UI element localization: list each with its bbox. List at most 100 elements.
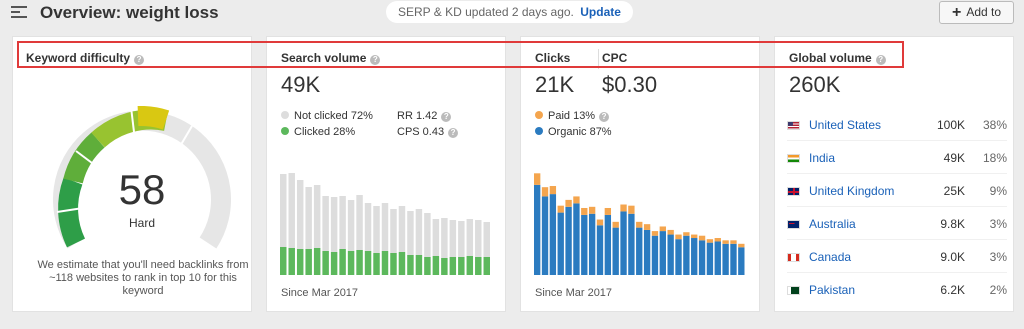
bar-not-clicked <box>449 220 457 257</box>
country-row[interactable]: Australia 9.8K 3% <box>787 217 1007 233</box>
bar-paid <box>643 224 651 230</box>
country-volume: 100K <box>936 118 965 132</box>
clicks-card: Clicks CPC 21K $0.30 Paid 13%? Organic 8… <box>520 36 760 312</box>
bar-paid <box>730 240 737 244</box>
bar-clicked <box>296 249 304 275</box>
country-volume: 6.2K <box>940 283 965 297</box>
clicks-since: Since Mar 2017 <box>535 287 613 299</box>
bar-paid <box>722 240 729 244</box>
bar-clicked <box>441 258 448 275</box>
bar-organic <box>534 184 541 275</box>
help-icon[interactable]: ? <box>599 112 610 122</box>
bar-not-clicked <box>466 219 474 256</box>
bar-paid <box>541 187 549 197</box>
organic-dot <box>535 127 543 135</box>
bar-clicked <box>432 256 440 275</box>
organic-label: Organic 87% <box>548 126 612 138</box>
country-percent: 2% <box>989 283 1007 297</box>
bar-not-clicked <box>415 209 423 255</box>
paid-label: Paid 13% <box>548 110 596 122</box>
bar-paid <box>636 221 643 228</box>
bar-organic <box>636 227 643 275</box>
search-volume-since: Since Mar 2017 <box>281 287 359 299</box>
keyword-difficulty-card: Keyword difficulty? 58 Hard We estimate … <box>12 36 252 312</box>
keyword-difficulty-title: Keyword difficulty? <box>26 51 145 65</box>
help-icon[interactable]: ? <box>134 55 145 65</box>
help-icon[interactable]: ? <box>448 128 459 138</box>
legend-not-clicked: Not clicked 72% <box>281 110 373 122</box>
country-name[interactable]: Australia <box>809 217 856 231</box>
bar-paid <box>557 205 564 213</box>
row-divider <box>787 272 1007 273</box>
help-icon[interactable]: ? <box>370 55 381 65</box>
bar-not-clicked <box>356 195 363 250</box>
bar-clicked <box>381 251 389 275</box>
australia-flag-icon <box>787 220 800 229</box>
country-name[interactable]: India <box>809 151 835 165</box>
difficulty-rating: Hard <box>128 216 155 230</box>
bar-clicked <box>305 249 312 275</box>
bar-paid <box>698 235 706 241</box>
bar-clicked <box>475 257 482 275</box>
canada-flag-icon <box>787 253 800 262</box>
country-row[interactable]: United States 100K 38% <box>787 118 1007 134</box>
country-name[interactable]: United States <box>809 118 881 132</box>
global-volume-value: 260K <box>789 72 841 97</box>
bar-paid <box>596 219 604 226</box>
bar-not-clicked <box>390 209 397 253</box>
bar-clicked <box>347 251 355 275</box>
bar-organic <box>620 211 627 275</box>
country-row[interactable]: Canada 9.0K 3% <box>787 250 1007 266</box>
country-percent: 38% <box>982 118 1007 132</box>
bar-not-clicked <box>339 196 346 249</box>
bar-not-clicked <box>322 196 329 251</box>
bar-clicked <box>280 247 287 275</box>
country-name[interactable]: Pakistan <box>809 283 855 297</box>
bar-paid <box>738 243 745 248</box>
bar-not-clicked <box>296 180 304 249</box>
bar-clicked <box>424 257 431 275</box>
add-to-button[interactable]: + Add to <box>939 1 1014 24</box>
gauge-segment-tip <box>137 105 170 130</box>
bar-not-clicked <box>424 213 431 257</box>
help-icon[interactable]: ? <box>441 112 452 122</box>
country-percent: 3% <box>989 250 1007 264</box>
bar-organic <box>698 240 706 275</box>
bar-paid <box>651 231 659 236</box>
clicked-label: Clicked 28% <box>294 126 356 138</box>
country-row[interactable]: United Kingdom 25K 9% <box>787 184 1007 200</box>
bar-organic <box>659 231 666 275</box>
bar-paid <box>659 226 666 232</box>
bar-organic <box>714 241 721 275</box>
difficulty-score: 58 <box>118 166 166 213</box>
bar-organic <box>706 242 714 275</box>
country-volume: 9.8K <box>940 217 965 231</box>
plus-icon: + <box>951 4 962 21</box>
search-volume-label: Search volume <box>281 51 367 65</box>
search-volume-title: Search volume? <box>281 51 381 65</box>
bar-clicked <box>322 251 329 275</box>
clicked-dot <box>281 127 289 135</box>
country-name[interactable]: United Kingdom <box>809 184 894 198</box>
bar-paid <box>620 204 627 212</box>
bar-not-clicked <box>373 206 380 253</box>
bar-clicked <box>339 249 346 275</box>
country-volume: 49K <box>943 151 965 165</box>
bar-organic <box>612 227 619 275</box>
bar-paid <box>581 207 588 215</box>
bar-clicked <box>466 256 474 275</box>
country-name[interactable]: Canada <box>809 250 851 264</box>
hamburger-icon[interactable] <box>11 6 27 18</box>
bar-paid <box>534 173 541 185</box>
country-row[interactable]: Pakistan 6.2K 2% <box>787 283 1007 299</box>
bar-organic <box>588 213 596 275</box>
help-icon[interactable]: ? <box>875 55 886 65</box>
bar-clicked <box>407 255 414 275</box>
row-divider <box>787 173 1007 174</box>
bar-clicked <box>483 257 490 275</box>
page-title: Overview: weight loss <box>40 3 219 22</box>
bar-clicked <box>313 248 321 275</box>
update-link[interactable]: Update <box>580 5 621 19</box>
legend-clicked: Clicked 28% <box>281 126 355 138</box>
country-row[interactable]: India 49K 18% <box>787 151 1007 167</box>
